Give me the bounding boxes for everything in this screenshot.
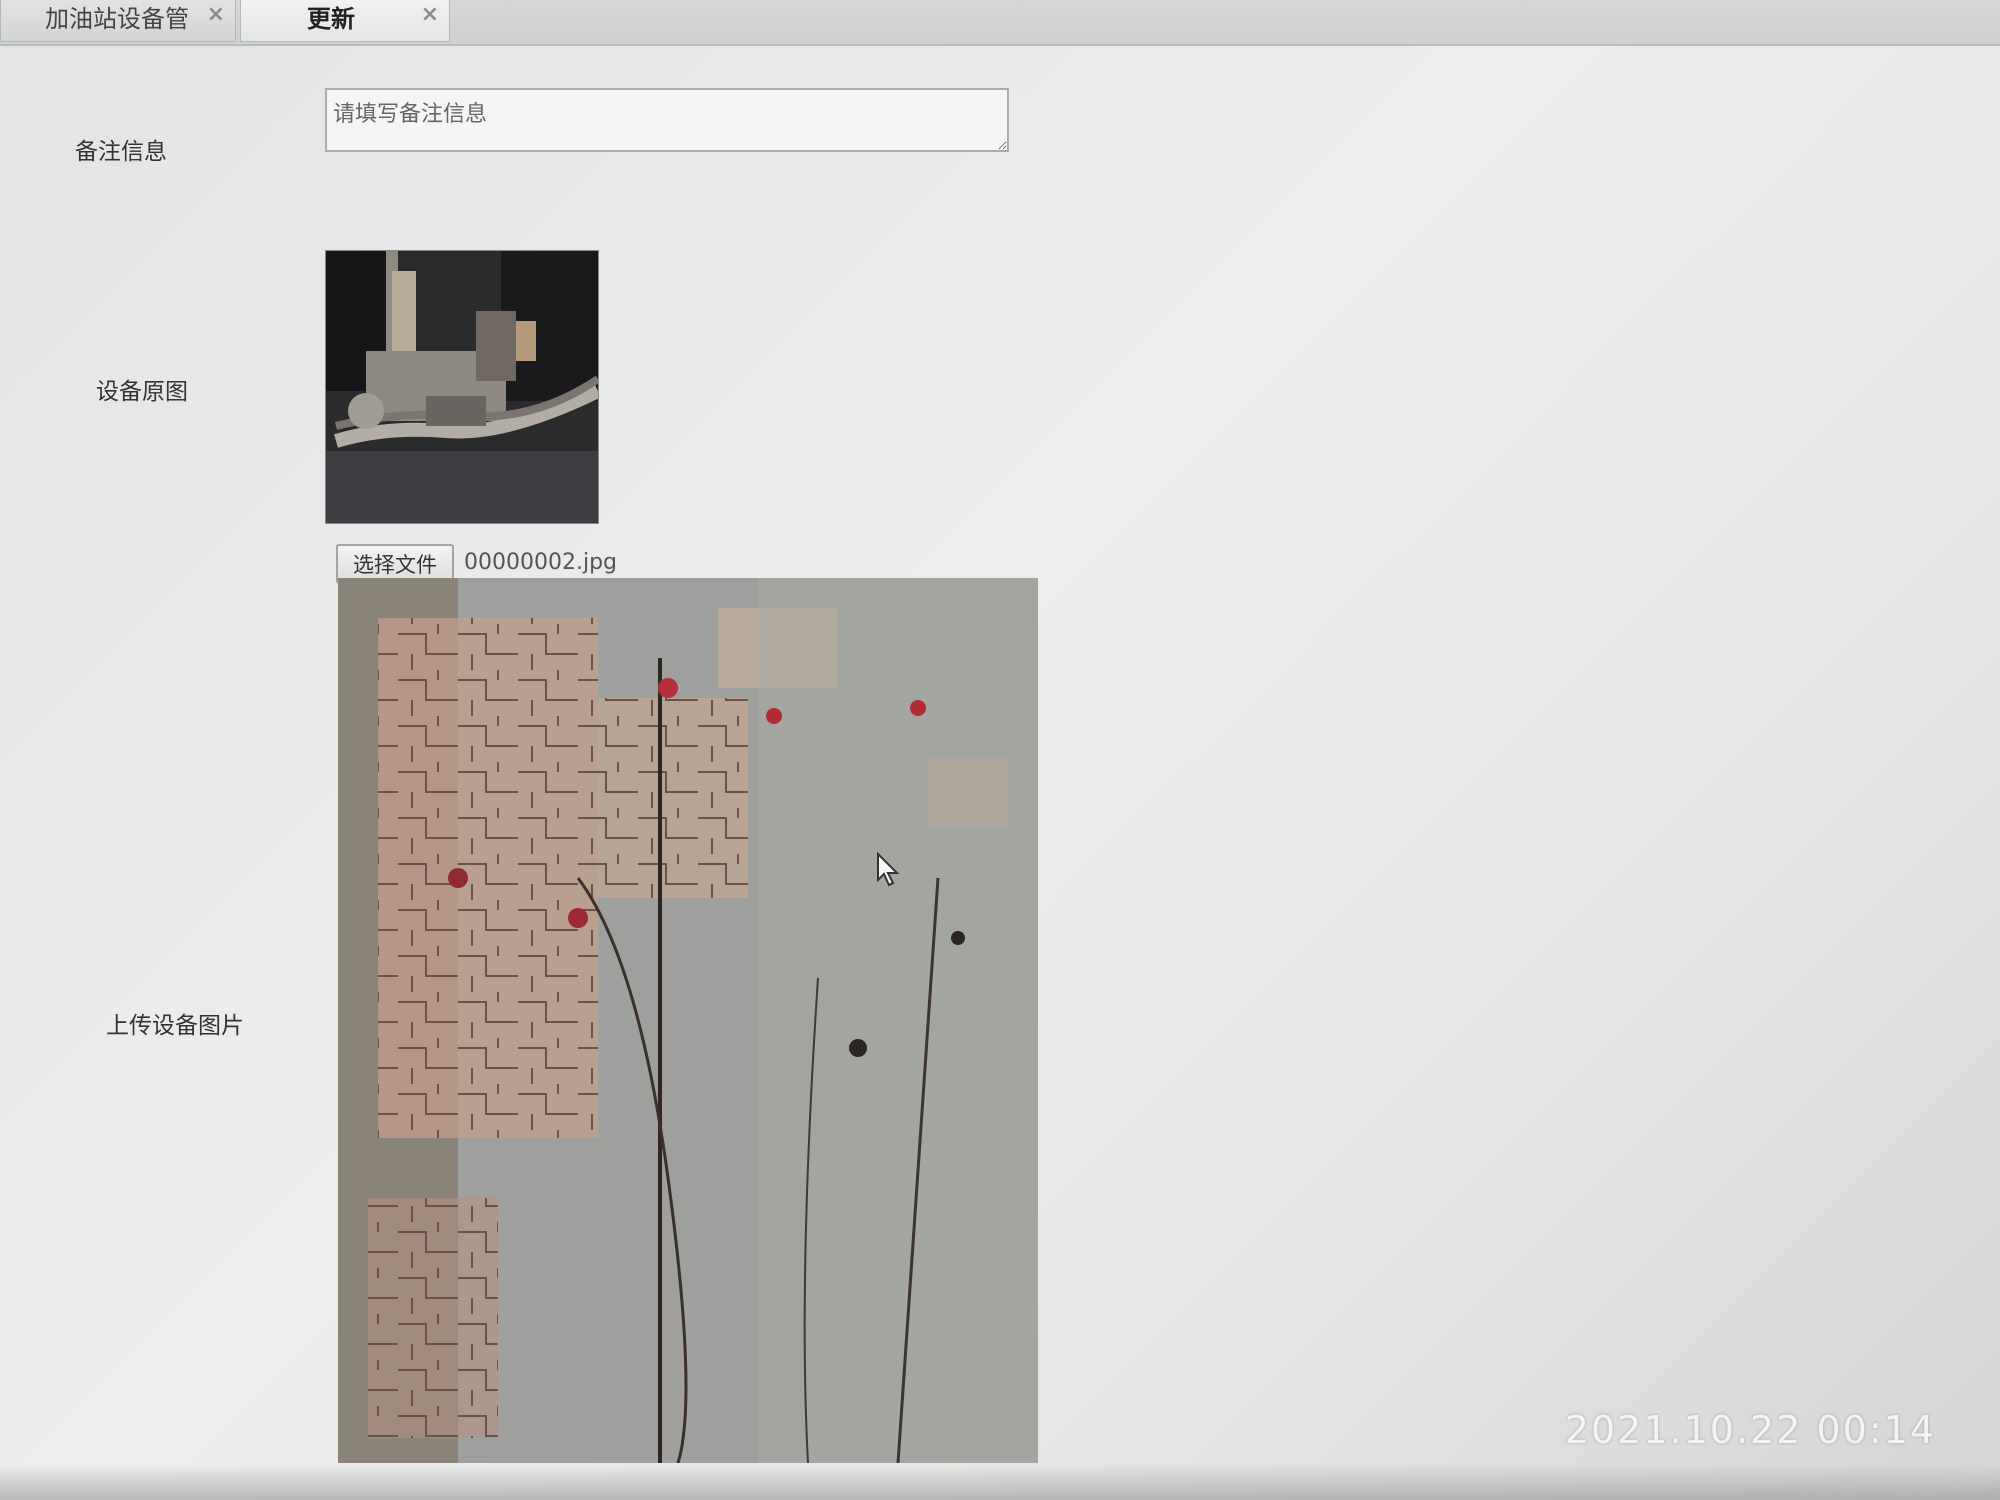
note-label: 备注信息 — [75, 139, 167, 165]
original-image-label: 设备原图 — [96, 379, 188, 405]
tab-bar: 加油站设备管 × 更新 × — [0, 0, 2000, 46]
screen-bottom-edge — [0, 1464, 2000, 1500]
close-icon[interactable]: × — [421, 0, 439, 34]
tab-update[interactable]: 更新 × — [240, 0, 450, 42]
uploaded-equipment-image — [338, 578, 1038, 1463]
photo-timestamp: 2021.10.22 00:14 — [1564, 1408, 1936, 1452]
upload-image-label: 上传设备图片 — [106, 1013, 244, 1039]
tab-label: 更新 — [307, 5, 355, 33]
tab-label: 加油站设备管 — [45, 5, 189, 33]
selected-file-name: 00000002.jpg — [464, 550, 618, 575]
original-equipment-image — [325, 250, 599, 524]
mouse-pointer-icon — [877, 852, 900, 887]
tab-station-equipment[interactable]: 加油站设备管 × — [0, 0, 236, 42]
close-icon[interactable]: × — [207, 0, 225, 34]
note-input[interactable] — [325, 88, 1009, 152]
